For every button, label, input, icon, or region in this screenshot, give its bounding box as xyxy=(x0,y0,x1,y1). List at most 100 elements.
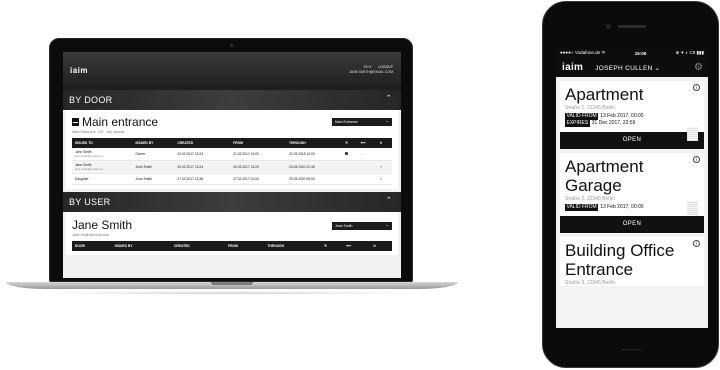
phone-screen: ●●●●○ Vodafone.de ᯤ 15:09 ⊕ ✈ ◐ C8 ▮▮▮ i… xyxy=(556,48,708,328)
lang-switch[interactable]: EN ▾ xyxy=(364,65,372,69)
laptop-base xyxy=(6,282,458,289)
col-issued-by[interactable]: ISSUED BY xyxy=(132,138,175,148)
key-name: Building Office Entrance xyxy=(565,241,675,279)
row-checkbox[interactable] xyxy=(341,160,358,174)
row-share-icon[interactable] xyxy=(357,173,377,185)
info-icon[interactable]: i xyxy=(693,156,700,163)
expires-tag: EXPIRES xyxy=(565,120,590,127)
key-address: Straße 2, 12345 Berlin xyxy=(565,196,616,202)
col-share[interactable]: ⟵ xyxy=(357,138,377,148)
web-logo[interactable]: iaim xyxy=(70,66,88,75)
col-created[interactable]: CREATED xyxy=(174,138,231,148)
door-select[interactable]: Main Entrance xyxy=(332,118,392,126)
door-keys-table: ISSUED TO ISSUED BY CREATED FROM THROUGH… xyxy=(72,138,392,185)
user-menu[interactable]: JOSEPH CULLEN ⌄ xyxy=(595,64,660,72)
cell-created: 27.02.2017 12:38 xyxy=(174,173,231,185)
table-row[interactable]: Jane Smith jane.smith@email.com John Smit… xyxy=(72,160,392,174)
key-address: Straße 1, 12345 Berlin xyxy=(565,105,616,111)
col-through[interactable]: THROUGH xyxy=(264,241,321,251)
by-user-title: BY USER xyxy=(69,197,111,207)
phone: ●●●●○ Vodafone.de ᯤ 15:09 ⊕ ✈ ◐ C8 ▮▮▮ i… xyxy=(542,1,719,368)
carrier-label: ●●●●○ Vodafone.de ᯤ xyxy=(560,50,606,55)
select-all-checkbox[interactable] xyxy=(344,141,348,144)
web-utility: EN ▾ LOGOUT JANE.SMITH@EMAIL.COM xyxy=(349,65,393,75)
row-checkbox[interactable] xyxy=(341,173,358,185)
row-remove-icon[interactable] xyxy=(376,148,392,161)
valid-from-value: 13 Feb 2017, 00:00 xyxy=(600,204,644,210)
user-select[interactable]: Jane Smith xyxy=(332,222,392,230)
row-share-icon[interactable] xyxy=(357,160,377,174)
user-keys-table: DOOR ISSUED BY CREATED FROM THROUGH ⟵ ✕ xyxy=(72,241,392,251)
cell-issued-by: John Smith xyxy=(132,160,175,174)
col-remove[interactable]: ✕ xyxy=(376,138,392,148)
collapse-icon[interactable]: ⌃ xyxy=(386,196,392,204)
gear-icon[interactable]: ⚙ xyxy=(694,62,703,73)
user-card: Jane Smith Jane.Smith@email.com Jane Smi… xyxy=(66,212,398,255)
web-header: iaim EN ▾ LOGOUT JANE.SMITH@EMAIL.COM xyxy=(63,52,401,90)
open-button[interactable]: OPEN xyxy=(560,132,704,149)
col-through[interactable]: THROUGH xyxy=(285,138,342,148)
laptop-notch xyxy=(211,282,253,285)
valid-from-row: VALID FROM 13 Feb 2017, 00:00 xyxy=(565,113,699,120)
row-remove-icon[interactable]: ✕ xyxy=(376,173,392,185)
col-created[interactable]: CREATED xyxy=(170,241,226,251)
table-header-row: DOOR ISSUED BY CREATED FROM THROUGH ⟵ ✕ xyxy=(72,241,392,251)
info-icon[interactable]: i xyxy=(693,84,700,91)
cell-created: 20.02.2017 13:24 xyxy=(174,148,231,161)
qr-icon xyxy=(687,127,698,141)
table-header-row: ISSUED TO ISSUED BY CREATED FROM THROUGH… xyxy=(72,138,392,148)
app-nav: iaim JOSEPH CULLEN ⌄ ⚙ xyxy=(556,58,708,77)
col-issued-by[interactable]: ISSUED BY xyxy=(111,241,171,251)
col-remove[interactable]: ✕ xyxy=(370,241,392,251)
key-name: Apartment Garage xyxy=(565,157,644,195)
cell-created: 20.02.2017 13:24 xyxy=(174,160,231,174)
key-name: Apartment xyxy=(565,85,644,104)
col-from[interactable]: FROM xyxy=(225,241,265,251)
row-checkbox[interactable] xyxy=(341,148,358,161)
info-icon[interactable]: i xyxy=(693,240,700,247)
laptop: iaim EN ▾ LOGOUT JANE.SMITH@EMAIL.COM BY… xyxy=(49,38,413,282)
door-subtitle: Main Road Ave. 100 · key options xyxy=(72,130,125,134)
col-select-all[interactable] xyxy=(320,241,344,251)
table-row[interactable]: John Smith john.smith@email.com Owner 20.… xyxy=(72,148,392,161)
col-select-all[interactable] xyxy=(341,138,358,148)
expires-row: EXPIRES 31 Dec 2017, 22:59 xyxy=(565,120,699,127)
key-address: Straße 3, 12345 Berlin xyxy=(565,280,616,286)
by-user-section-header[interactable]: BY USER ⌃ xyxy=(63,192,401,212)
cell-from: 21.02.2017 14:00 xyxy=(230,148,286,161)
laptop-shadow xyxy=(30,291,430,295)
user-email-sub: Jane.Smith@email.com xyxy=(72,233,110,237)
valid-from-row: VALID FROM 13 Feb 2017, 00:00 xyxy=(565,204,699,211)
laptop-screen: iaim EN ▾ LOGOUT JANE.SMITH@EMAIL.COM BY… xyxy=(63,52,401,278)
key-card: i Apartment Straße 1, 12345 Berlin VALID… xyxy=(560,81,704,149)
open-button[interactable]: OPEN xyxy=(560,216,704,233)
door-card: Main entrance Main Road Ave. 100 · key o… xyxy=(66,110,398,189)
by-door-section-header[interactable]: BY DOOR ⌃ xyxy=(63,90,401,110)
cell-from: 27.02.2017 01:00 xyxy=(230,173,286,185)
table-row[interactable]: Daughter John Smith 27.02.2017 12:38 27.… xyxy=(72,173,392,185)
col-door[interactable]: DOOR xyxy=(72,241,112,251)
by-door-title: BY DOOR xyxy=(69,95,113,105)
valid-from-tag: VALID FROM xyxy=(565,204,599,211)
expires-value: 31 Dec 2017, 22:59 xyxy=(591,120,636,126)
laptop-camera xyxy=(230,44,233,47)
door-icon xyxy=(72,118,79,126)
phone-speaker xyxy=(618,25,646,28)
phone-home-indicator xyxy=(621,349,641,350)
row-remove-icon[interactable]: ✕ xyxy=(376,160,392,174)
status-icons: ⊕ ✈ ◐ C8 ▮▮▮ xyxy=(675,50,704,55)
phone-camera xyxy=(606,24,611,29)
key-card: i Apartment Garage Straße 2, 12345 Berli… xyxy=(560,153,704,233)
col-issued-to[interactable]: ISSUED TO xyxy=(72,138,133,148)
logout-link[interactable]: LOGOUT xyxy=(378,65,393,69)
user-email: JANE.SMITH@EMAIL.COM xyxy=(348,70,393,74)
cell-issued-to: Daughter xyxy=(72,173,133,185)
door-name: Main entrance xyxy=(82,115,159,129)
cell-issued-to: John Smith john.smith@email.com xyxy=(72,148,133,161)
collapse-icon[interactable]: ⌃ xyxy=(386,94,392,102)
col-share[interactable]: ⟵ xyxy=(343,241,371,251)
qr-icon xyxy=(687,201,698,215)
row-share-icon[interactable]: ⌄ xyxy=(357,148,377,161)
col-from[interactable]: FROM xyxy=(230,138,286,148)
app-logo[interactable]: iaim xyxy=(562,62,583,73)
